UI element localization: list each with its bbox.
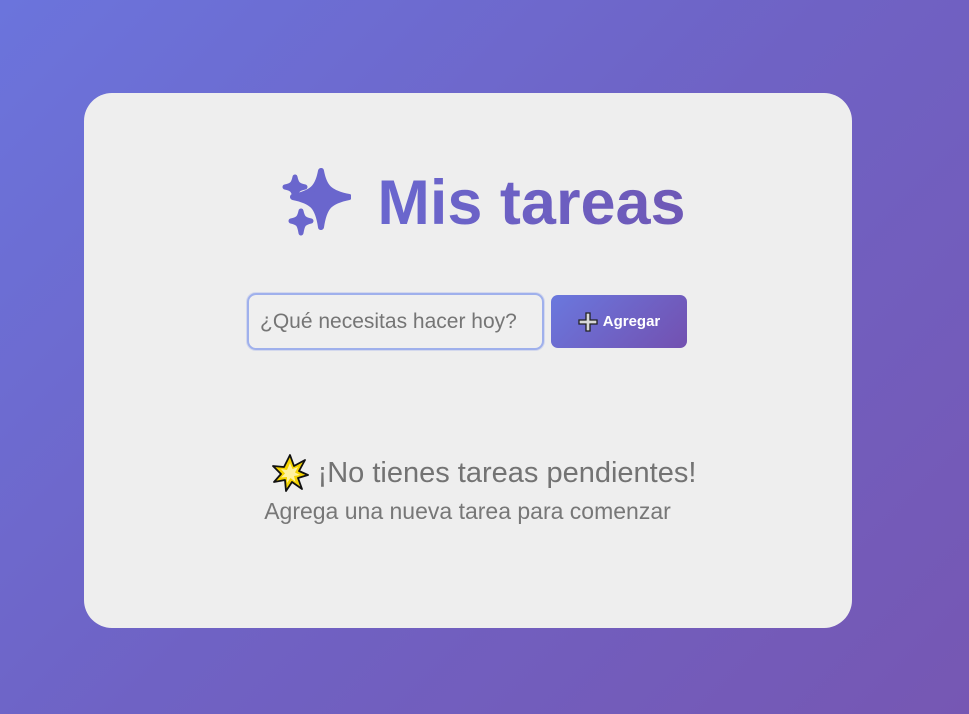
star-icon — [271, 454, 309, 492]
add-button-label: Agregar — [602, 313, 661, 330]
add-task-button[interactable]: Agregar — [551, 295, 687, 348]
empty-state-subtitle: Agrega una nueva tarea para comenzar — [264, 498, 671, 524]
sparkle-icon — [282, 168, 352, 236]
empty-state: ¡No tienes tareas pendientes! — [0, 454, 969, 492]
header: Mis tareas — [0, 165, 969, 241]
plus-icon — [578, 311, 598, 332]
empty-state-title: ¡No tienes tareas pendientes! — [317, 457, 697, 489]
page-title: Mis tareas — [377, 165, 685, 241]
task-input[interactable] — [247, 293, 544, 350]
